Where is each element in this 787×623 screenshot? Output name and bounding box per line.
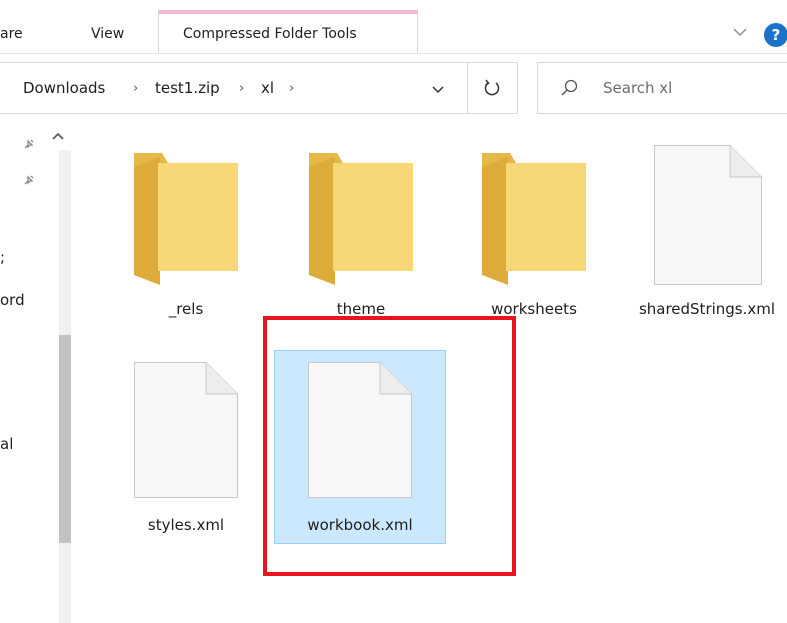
- folder-item[interactable]: worksheets: [458, 150, 610, 320]
- breadcrumb-xl[interactable]: xl: [261, 79, 274, 97]
- document-icon: [654, 145, 762, 285]
- scrollbar-thumb[interactable]: [59, 335, 71, 543]
- folder-icon: [134, 153, 238, 285]
- folder-icon: [482, 153, 586, 285]
- nav-item-fragment[interactable]: al: [0, 435, 13, 453]
- breadcrumb-separator[interactable]: ›: [133, 81, 138, 96]
- document-icon: [134, 362, 238, 498]
- item-label: sharedStrings.xml: [638, 300, 776, 318]
- nav-item-fragment[interactable]: ord: [0, 291, 25, 309]
- item-label: _rels: [168, 300, 204, 318]
- item-label: styles.xml: [147, 516, 225, 534]
- folder-item[interactable]: theme: [285, 150, 437, 320]
- pin-icon[interactable]: [22, 137, 36, 151]
- nav-item-fragment[interactable]: ;: [0, 248, 5, 266]
- breadcrumb-separator[interactable]: ›: [239, 81, 244, 96]
- file-item[interactable]: sharedStrings.xml: [632, 145, 782, 355]
- ribbon: are View Compressed Folder Tools ?: [0, 0, 787, 53]
- refresh-button[interactable]: [468, 62, 518, 114]
- address-dropdown-icon[interactable]: [431, 85, 445, 95]
- help-icon[interactable]: ?: [764, 23, 787, 47]
- address-bar[interactable]: Downloads › test1.zip › xl ›: [0, 62, 468, 114]
- scroll-up-icon[interactable]: [52, 132, 64, 140]
- ribbon-divider: [0, 53, 787, 54]
- tab-compressed-folder-tools[interactable]: Compressed Folder Tools: [158, 10, 418, 53]
- tab-view[interactable]: View: [91, 26, 124, 42]
- search-input[interactable]: Search xl: [603, 79, 672, 97]
- tab-share[interactable]: are: [0, 26, 23, 42]
- tab-compressed-folder-tools-label: Compressed Folder Tools: [183, 26, 357, 42]
- folder-icon: [309, 153, 413, 285]
- breadcrumb-separator[interactable]: ›: [289, 81, 294, 96]
- pin-icon[interactable]: [22, 173, 36, 187]
- search-box[interactable]: Search xl: [537, 62, 787, 114]
- folder-item[interactable]: _rels: [110, 150, 262, 320]
- refresh-icon: [484, 79, 500, 96]
- search-icon: [561, 79, 578, 96]
- breadcrumb-test1-zip[interactable]: test1.zip: [155, 79, 220, 97]
- chevron-down-icon[interactable]: [733, 27, 747, 37]
- breadcrumb-downloads[interactable]: Downloads: [23, 79, 105, 97]
- annotation-highlight-box: [263, 316, 516, 576]
- file-item[interactable]: styles.xml: [110, 362, 262, 542]
